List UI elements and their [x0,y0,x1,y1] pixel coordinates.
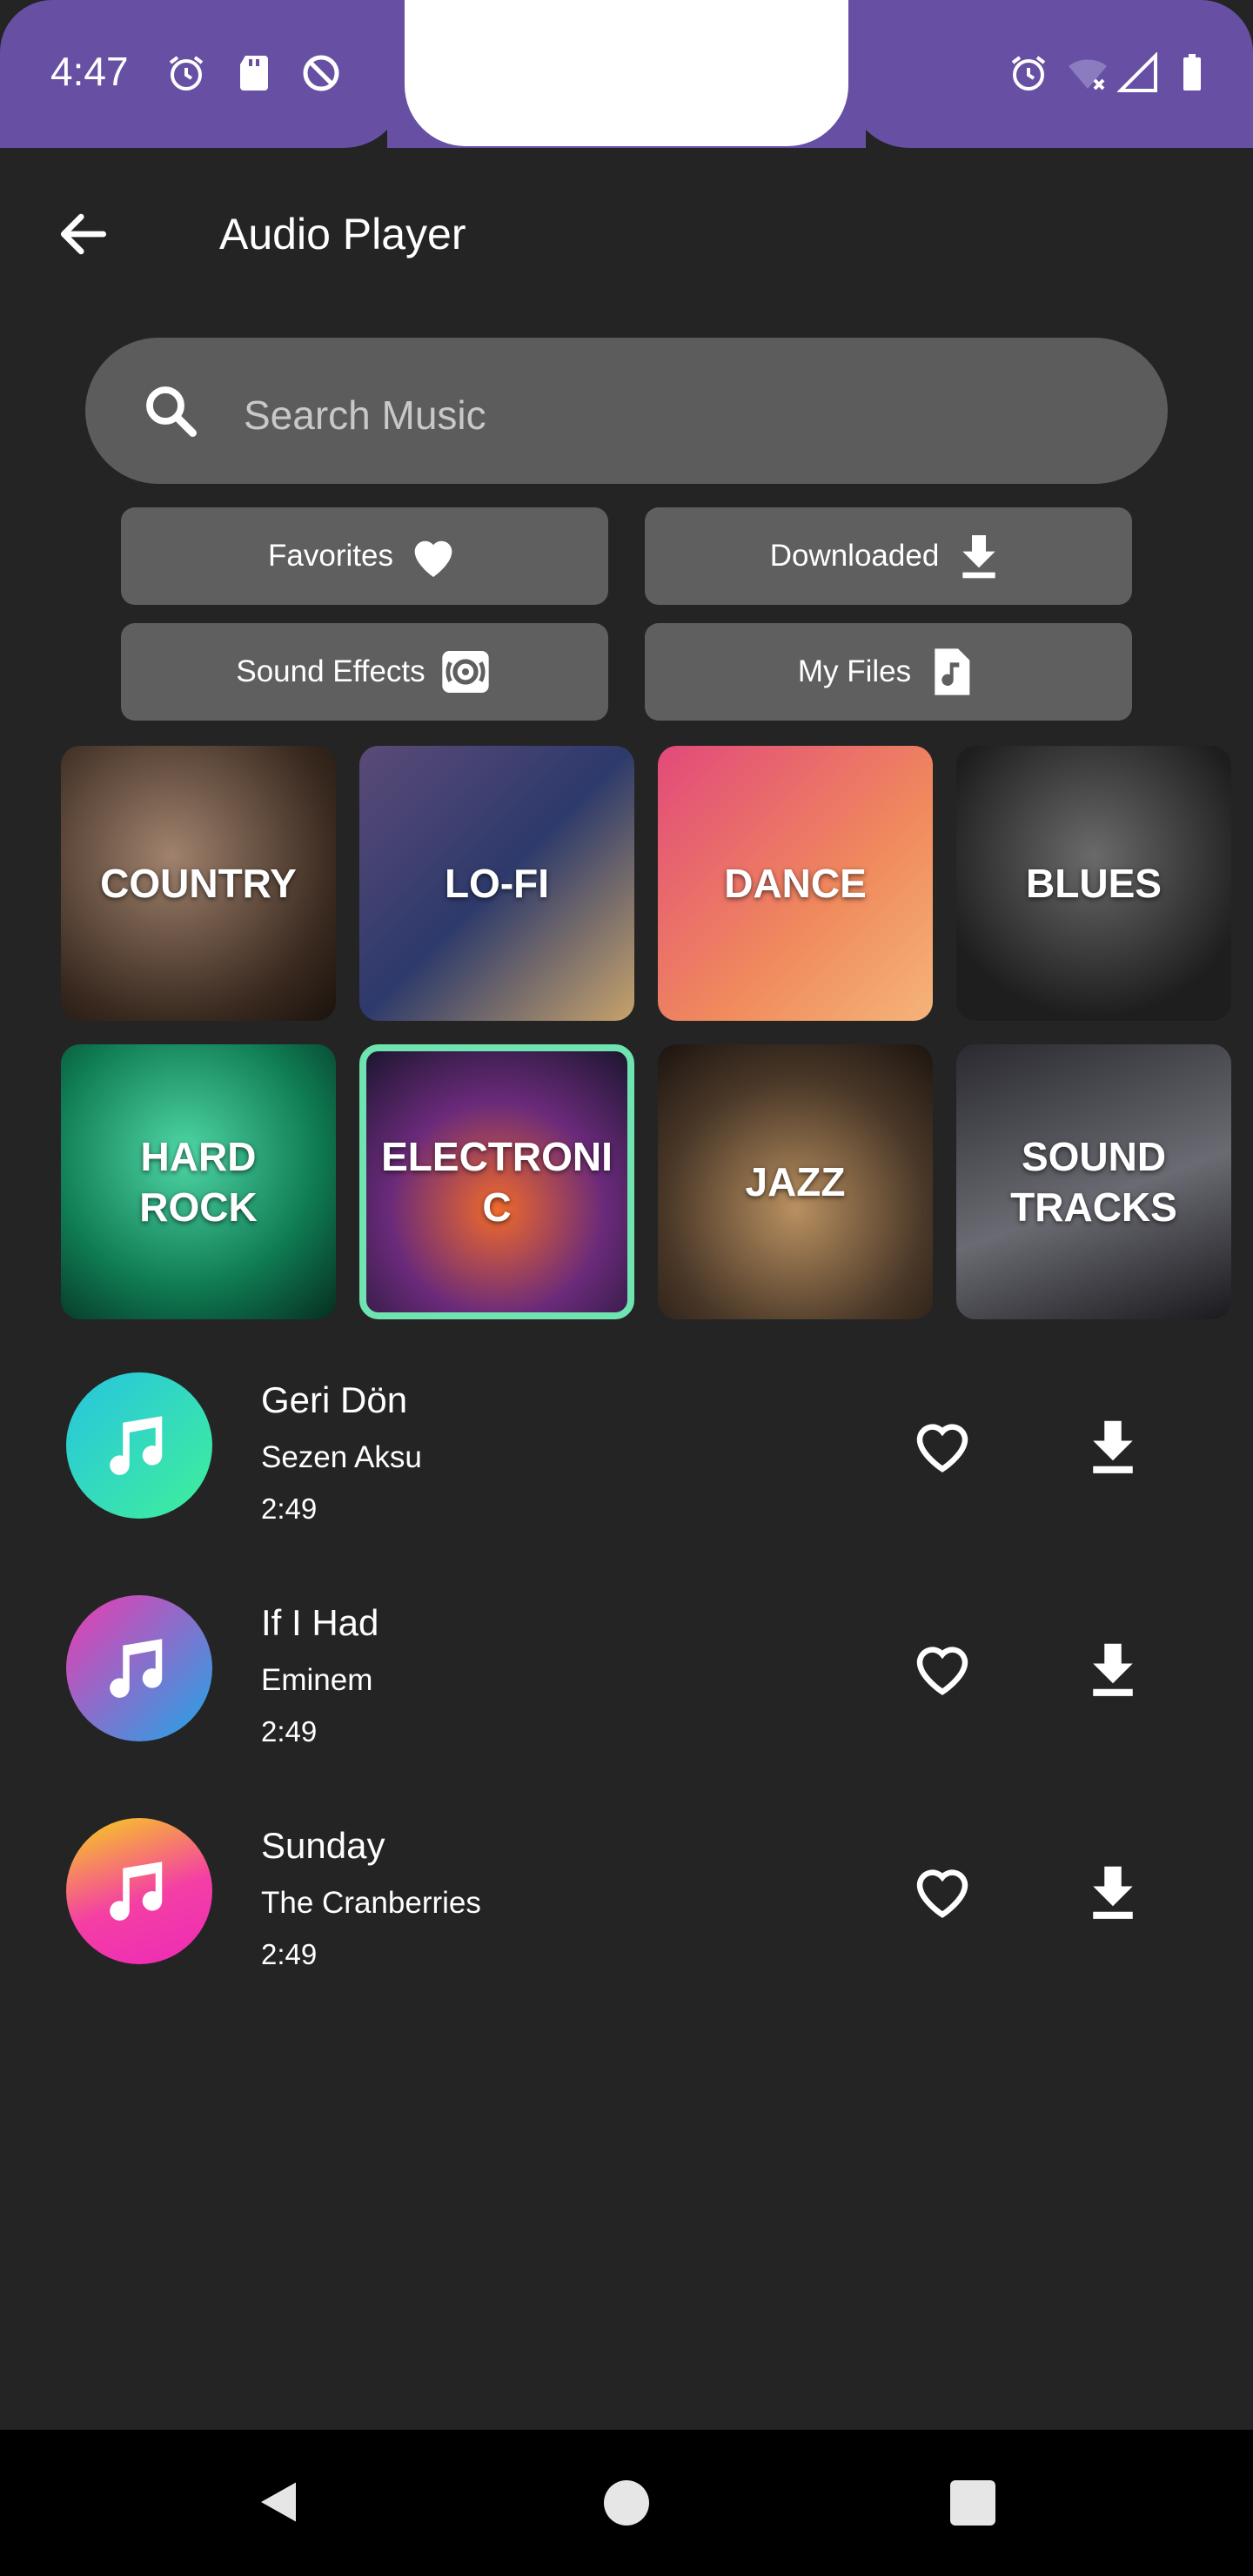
download-icon[interactable] [1079,1858,1147,1926]
nav-home-icon[interactable] [604,2480,649,2526]
track-row[interactable]: If I Had Eminem 2:49 [0,1576,1253,1768]
camera-notch [405,0,848,146]
status-bar: 4:47 [0,0,1253,148]
my-files-button[interactable]: My Files [645,623,1132,721]
genre-label: JAZZ [745,1159,846,1204]
battery-icon [1183,54,1201,91]
wifi-off-icon [1069,59,1107,91]
heart-icon [414,540,452,577]
nav-recents-icon[interactable] [950,2480,995,2526]
track-title: Sunday [261,1825,385,1866]
genre-label: SOUND TRACKS [1010,1134,1177,1230]
track-row[interactable]: Sunday The Cranberries 2:49 [0,1799,1253,1990]
download-icon[interactable] [1079,1412,1147,1480]
back-arrow-icon[interactable] [54,205,113,264]
favorites-button[interactable]: Favorites [121,507,608,605]
signal-icon [1117,52,1157,92]
genre-tile-blues[interactable]: BLUES [956,746,1231,1021]
genre-label: LO-FI [444,861,550,906]
download-icon [962,535,995,579]
genre-label: HARD ROCK [139,1134,258,1230]
music-note-icon [66,1372,212,1519]
genre-tile-electronic[interactable]: ELECTRONI C [359,1044,634,1319]
downloaded-label: Downloaded [769,539,940,573]
sd-card-icon [240,56,268,91]
do-not-disturb-icon [303,55,339,91]
track-duration: 2:49 [261,1715,318,1748]
track-artist: Eminem [261,1663,373,1697]
downloaded-button[interactable]: Downloaded [645,507,1132,605]
track-duration: 2:49 [261,1493,318,1525]
genre-label: ELECTRONI C [381,1134,613,1230]
heart-outline-icon[interactable] [908,1858,976,1926]
genre-label: DANCE [724,861,867,906]
heart-outline-icon[interactable] [908,1412,976,1480]
download-icon[interactable] [1079,1635,1147,1703]
track-artist: The Cranberries [261,1886,481,1920]
heart-outline-icon[interactable] [908,1635,976,1703]
alarm-icon [169,56,204,91]
genre-tile-hard-rock[interactable]: HARD ROCK [61,1044,336,1319]
track-artist: Sezen Aksu [261,1440,422,1474]
music-note-icon [66,1595,212,1741]
genre-tile-soundtracks[interactable]: SOUND TRACKS [956,1044,1231,1319]
search-icon [146,386,197,437]
music-note-icon [66,1818,212,1964]
alarm-icon-right [1011,56,1046,91]
track-row[interactable]: Geri Dön Sezen Aksu 2:49 [0,1353,1253,1545]
nav-back-icon[interactable] [252,2476,305,2528]
page-title: Audio Player [219,210,466,258]
favorites-label: Favorites [268,539,393,573]
status-time: 4:47 [50,49,129,94]
sound-effects-label: Sound Effects [236,654,425,688]
genre-label: COUNTRY [100,861,297,906]
genre-tile-country[interactable]: COUNTRY [61,746,336,1021]
track-title: If I Had [261,1602,379,1643]
genre-label: BLUES [1026,861,1162,906]
sound-effects-button[interactable]: Sound Effects [121,623,608,721]
track-title: Geri Dön [261,1379,408,1420]
genre-tile-lofi[interactable]: LO-FI [359,746,634,1021]
genre-tile-dance[interactable]: DANCE [658,746,933,1021]
track-duration: 2:49 [261,1938,318,1970]
search-placeholder: Search Music [244,392,486,438]
my-files-label: My Files [797,654,912,688]
genre-tile-jazz[interactable]: JAZZ [658,1044,933,1319]
music-file-icon [935,648,970,695]
sound-effects-icon [441,651,489,693]
